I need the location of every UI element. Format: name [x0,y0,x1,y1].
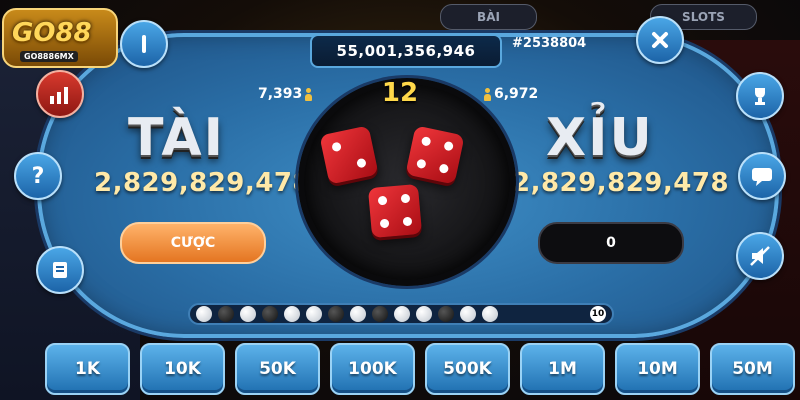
history-dot [350,306,366,322]
xiu-amount: 2,829,829,478 [512,168,730,198]
history-dot [438,306,454,322]
history-dot [328,306,344,322]
history-dot [394,306,410,322]
chip-button[interactable]: 1K [45,343,130,395]
history-dot [262,306,278,322]
chat-button[interactable] [738,152,786,200]
chip-button[interactable]: 10K [140,343,225,395]
dice-bowl [298,78,516,286]
leaderboard-button[interactable] [736,72,784,120]
history-count: 10 [590,306,606,322]
bet-tai-button[interactable]: CƯỢC [120,222,266,264]
countdown-timer: 12 [381,78,419,108]
person-icon [305,87,313,101]
scroll-icon [53,262,67,278]
help-icon: ? [31,163,45,189]
xiu-players-count: 6,972 [494,86,539,102]
chat-icon [752,168,772,186]
logo: GO88 GO8886MX [0,0,120,72]
tai-amount: 2,829,829,478 [94,168,312,198]
tai-title[interactable]: TÀI [128,108,225,168]
xiu-title[interactable]: XỈU [546,108,654,168]
history-dot [218,306,234,322]
tab-bai[interactable]: BÀI [440,4,537,30]
history-dot [240,306,256,322]
session-id: #2538804 [512,36,587,51]
xiu-players: 6,972 [484,86,538,102]
history-dot [482,306,498,322]
history-dot [372,306,388,322]
bet-xiu-value[interactable]: 0 [538,222,684,264]
sound-button[interactable] [736,232,784,280]
history-dot [460,306,476,322]
tai-players: 7,393 [258,86,313,102]
die-2 [405,125,465,185]
history-dot [416,306,432,322]
logo-text: GO88 [12,18,92,48]
history-dot [196,306,212,322]
die-1 [319,125,379,185]
bar-chart-icon [50,87,68,104]
history-dot [284,306,300,322]
chip-button[interactable]: 100K [330,343,415,395]
history-dot [306,306,322,322]
info-icon [142,35,146,53]
chip-button[interactable]: 500K [425,343,510,395]
result-history: 10 [188,303,614,325]
close-button[interactable] [636,16,684,64]
chip-row: 1K 10K 50K 100K 500K 1M 10M 50M [45,343,795,395]
chip-button[interactable]: 10M [615,343,700,395]
logo-subtitle: GO8886MX [20,51,78,62]
chip-button[interactable]: 50M [710,343,795,395]
info-button[interactable] [120,20,168,68]
trophy-icon [755,88,765,105]
chip-button[interactable]: 1M [520,343,605,395]
stats-button[interactable] [36,70,84,118]
help-button[interactable]: ? [14,152,62,200]
person-icon [484,87,491,101]
close-icon [652,32,668,48]
tai-players-count: 7,393 [258,86,303,102]
die-3 [367,183,423,239]
sound-off-icon [750,246,770,266]
jackpot-amount: 55,001,356,946 [310,34,502,68]
chip-button[interactable]: 50K [235,343,320,395]
rules-button[interactable] [36,246,84,294]
